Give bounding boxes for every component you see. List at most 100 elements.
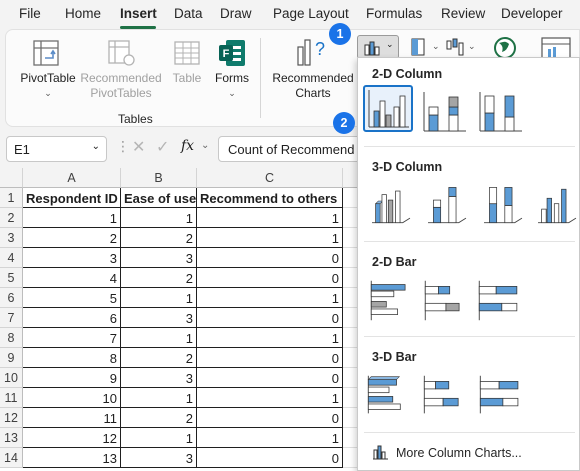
- table-cell[interactable]: 13: [23, 448, 121, 468]
- table-cell[interactable]: 7: [23, 328, 121, 348]
- 3d-stacked-bar-icon[interactable]: [420, 372, 470, 419]
- menu-insert[interactable]: Insert: [120, 6, 157, 21]
- row-header[interactable]: 13: [0, 428, 23, 448]
- name-box[interactable]: E1 ⌄: [6, 136, 107, 162]
- table-cell[interactable]: 9: [23, 368, 121, 388]
- table-cell[interactable]: 6: [23, 308, 121, 328]
- table-cell[interactable]: 1: [121, 388, 197, 408]
- table-cell[interactable]: 12: [23, 428, 121, 448]
- table-cell[interactable]: 2: [121, 268, 197, 288]
- 3d-100-stacked-bar-icon[interactable]: [476, 372, 526, 419]
- 3d-stacked-column-icon[interactable]: [422, 182, 472, 229]
- chart-clustered-column[interactable]: [363, 85, 413, 132]
- table-cell[interactable]: 0: [197, 408, 343, 428]
- table-cell[interactable]: 2: [121, 228, 197, 248]
- row-header[interactable]: 9: [0, 348, 23, 368]
- pivottable-button[interactable]: PivotTable ⌄: [18, 71, 78, 101]
- menu-file[interactable]: File: [19, 6, 41, 21]
- 100-stacked-bar-icon[interactable]: [474, 277, 524, 324]
- more-column-charts-link[interactable]: More Column Charts...: [396, 446, 522, 460]
- table-cell[interactable]: 5: [23, 288, 121, 308]
- waterfall-chart-icon[interactable]: ⌄: [444, 37, 478, 59]
- row-header[interactable]: 5: [0, 268, 23, 288]
- 3d-column-icon[interactable]: [532, 182, 580, 229]
- group-label-tables: Tables: [118, 112, 153, 126]
- table-cell[interactable]: 2: [121, 348, 197, 368]
- menu-draw[interactable]: Draw: [220, 6, 252, 21]
- table-cell[interactable]: 11: [23, 408, 121, 428]
- 3d-100-stacked-column-icon[interactable]: [478, 182, 528, 229]
- column-header-b[interactable]: B: [121, 168, 197, 188]
- table-cell[interactable]: 1: [197, 208, 343, 228]
- table-cell[interactable]: 0: [197, 368, 343, 388]
- table-cell[interactable]: 1: [23, 208, 121, 228]
- table-cell[interactable]: 0: [197, 248, 343, 268]
- row-header[interactable]: 2: [0, 208, 23, 228]
- forms-button[interactable]: Forms ⌄: [211, 71, 253, 101]
- row-header[interactable]: 8: [0, 328, 23, 348]
- stacked-column-icon[interactable]: [420, 89, 470, 136]
- table-cell[interactable]: 1: [121, 288, 197, 308]
- 3d-clustered-bar-icon[interactable]: [364, 372, 414, 419]
- header-cell[interactable]: Recommend to others: [197, 188, 343, 208]
- row-header[interactable]: 6: [0, 288, 23, 308]
- row-header[interactable]: 3: [0, 228, 23, 248]
- insert-column-chart-button[interactable]: ⌄: [357, 35, 399, 59]
- table-cell[interactable]: 2: [121, 408, 197, 428]
- menu-page-layout[interactable]: Page Layout: [273, 6, 349, 21]
- chevron-down-icon[interactable]: ⌄: [201, 140, 209, 151]
- table-cell[interactable]: 3: [121, 368, 197, 388]
- hierarchy-chart-icon[interactable]: ⌄: [410, 37, 440, 57]
- table-cell[interactable]: 0: [197, 448, 343, 468]
- table-cell[interactable]: 1: [121, 208, 197, 228]
- header-cell[interactable]: Ease of use: [121, 188, 197, 208]
- column-header-a[interactable]: A: [23, 168, 121, 188]
- table-cell[interactable]: 3: [121, 308, 197, 328]
- table-cell[interactable]: 1: [121, 428, 197, 448]
- menu-data[interactable]: Data: [174, 6, 203, 21]
- 3d-clustered-column-icon[interactable]: [366, 182, 416, 229]
- recommended-pivottables-button[interactable]: Recommended PivotTables: [76, 71, 166, 101]
- enter-icon[interactable]: ✓: [156, 137, 169, 157]
- row-header[interactable]: 4: [0, 248, 23, 268]
- table-cell[interactable]: 1: [197, 428, 343, 448]
- table-cell[interactable]: 1: [197, 388, 343, 408]
- table-cell[interactable]: 10: [23, 388, 121, 408]
- row-header[interactable]: 14: [0, 448, 23, 468]
- table-cell[interactable]: 8: [23, 348, 121, 368]
- table-cell[interactable]: 3: [121, 448, 197, 468]
- select-all-corner[interactable]: [0, 168, 23, 188]
- clustered-bar-icon[interactable]: [366, 277, 416, 324]
- table-cell[interactable]: 3: [121, 248, 197, 268]
- menu-formulas[interactable]: Formulas: [366, 6, 422, 21]
- table-cell[interactable]: 2: [23, 228, 121, 248]
- table-cell[interactable]: 1: [197, 328, 343, 348]
- table-cell[interactable]: 0: [197, 268, 343, 288]
- cancel-icon[interactable]: ✕: [132, 137, 145, 157]
- table-cell[interactable]: 1: [197, 228, 343, 248]
- table-cell[interactable]: 0: [197, 308, 343, 328]
- 100-stacked-column-icon[interactable]: [476, 89, 526, 136]
- column-header-c[interactable]: C: [197, 168, 343, 188]
- table-cell[interactable]: 4: [23, 268, 121, 288]
- menu-review[interactable]: Review: [441, 6, 485, 21]
- row-header[interactable]: 10: [0, 368, 23, 388]
- insert-function-icon[interactable]: fx: [181, 138, 194, 154]
- row-header[interactable]: 1: [0, 188, 23, 208]
- row-header[interactable]: 11: [0, 388, 23, 408]
- table-cell[interactable]: 0: [197, 348, 343, 368]
- table-cell[interactable]: 1: [197, 288, 343, 308]
- table-cell[interactable]: 3: [23, 248, 121, 268]
- table-cell[interactable]: 1: [121, 328, 197, 348]
- menu-developer[interactable]: Developer: [501, 6, 563, 21]
- recommended-charts-button[interactable]: Recommended Charts: [266, 71, 360, 101]
- row-header[interactable]: 7: [0, 308, 23, 328]
- row-header[interactable]: 12: [0, 408, 23, 428]
- chevron-down-icon[interactable]: ⌄: [92, 141, 100, 152]
- stacked-bar-icon[interactable]: [420, 277, 470, 324]
- more-options-icon[interactable]: ⋮: [116, 138, 130, 155]
- header-cell[interactable]: Respondent ID: [23, 188, 121, 208]
- column-chart-dropdown: 2-D Column 3-D Column 2-D Bar 3-D Bar Mo…: [357, 57, 580, 471]
- table-button[interactable]: Table: [167, 71, 207, 86]
- menu-home[interactable]: Home: [65, 6, 101, 21]
